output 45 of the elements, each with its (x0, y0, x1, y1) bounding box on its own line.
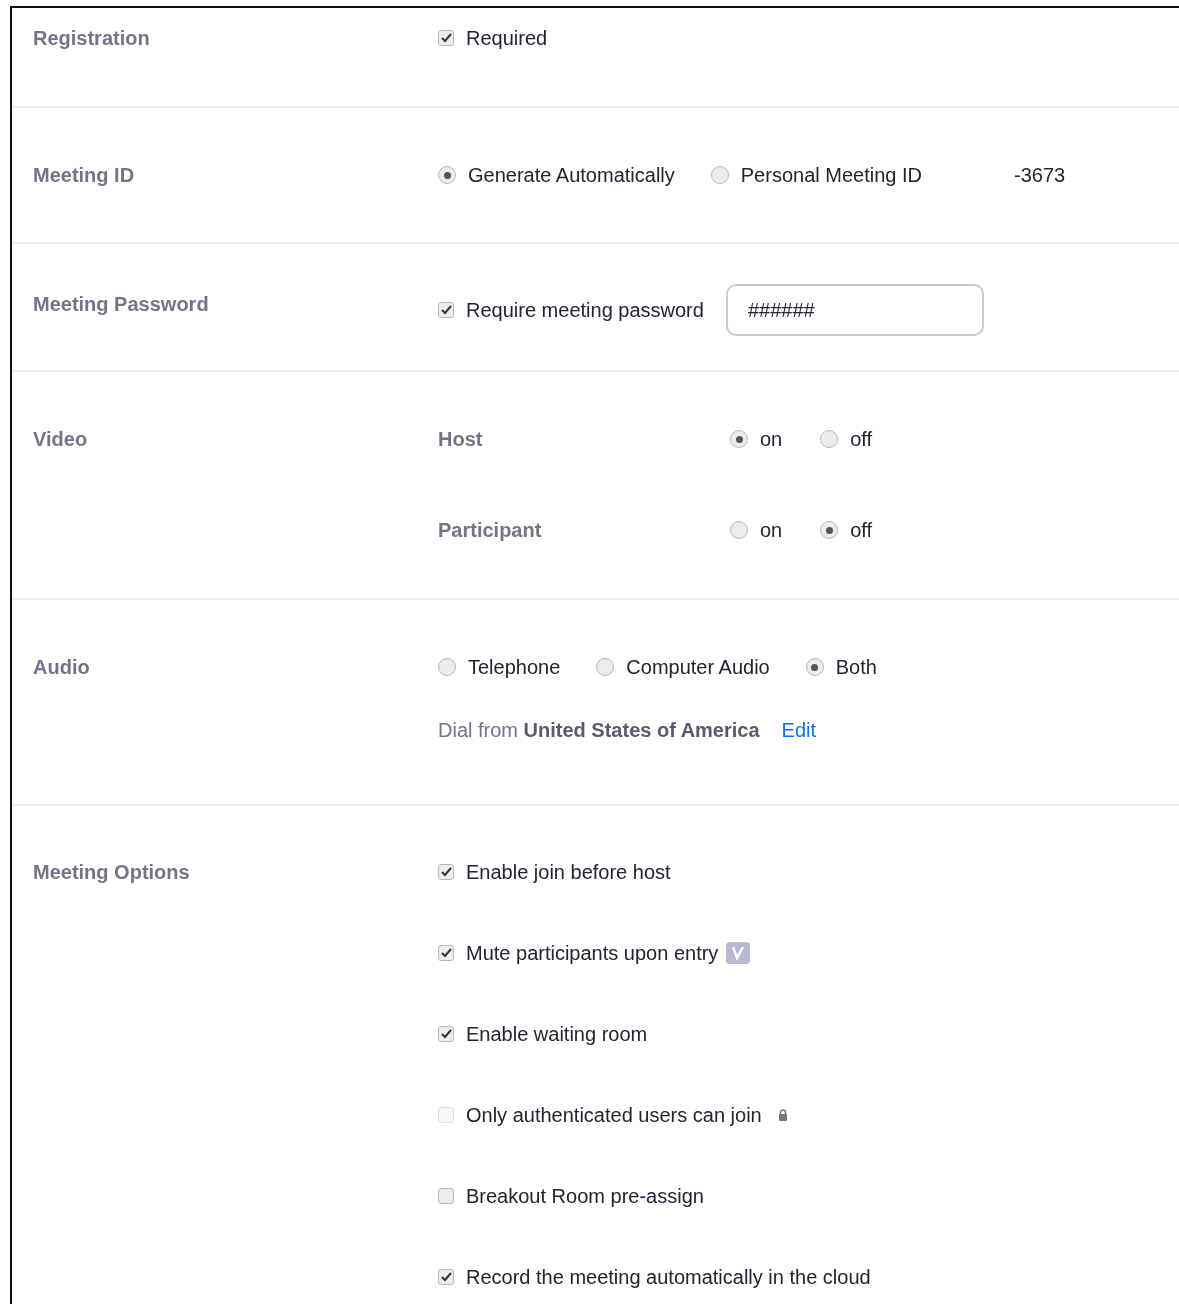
option-label: Required (466, 26, 548, 50)
password-field[interactable]: ###### (725, 284, 984, 336)
checkbox[interactable] (438, 864, 454, 880)
edit-link[interactable]: Edit (781, 718, 817, 742)
checkbox[interactable] (438, 1188, 454, 1204)
dial-from-text: Dial from United States of America (438, 718, 760, 742)
radio-button[interactable] (820, 430, 839, 448)
checkbox[interactable] (438, 302, 454, 318)
section-label: Meeting ID (33, 163, 136, 188)
option-label: off (850, 518, 873, 542)
radio-button[interactable] (438, 658, 456, 676)
option-label: on (760, 518, 783, 542)
checkbox[interactable] (438, 1026, 454, 1042)
checkbox[interactable] (438, 30, 454, 46)
option-label: Personal Meeting ID (740, 163, 922, 187)
meeting-id-value: -3673 (1014, 163, 1066, 187)
radio-button[interactable] (596, 658, 615, 676)
option-label: on (760, 427, 783, 451)
checkbox[interactable] (438, 1269, 454, 1285)
section-label: Meeting Password (33, 292, 210, 317)
role-label: Host (438, 427, 484, 451)
option-label: Breakout Room pre-assign (466, 1184, 704, 1208)
option-label: off (850, 427, 873, 451)
option-label: Only authenticated users can join (466, 1103, 762, 1127)
option-label: Record the meeting automatically in the cloud (466, 1265, 871, 1289)
option-label: Require meeting password (466, 298, 704, 322)
option-label: Generate Automatically (468, 163, 675, 187)
option-label: Enable waiting room (466, 1022, 648, 1046)
radio-button[interactable] (820, 521, 839, 539)
option-label: Enable join before host (466, 860, 671, 884)
section-label: Video (33, 427, 89, 452)
option-label: Both (835, 655, 877, 679)
radio-button[interactable] (805, 658, 824, 676)
checkbox[interactable] (438, 945, 454, 961)
option-label: Computer Audio (626, 655, 770, 679)
role-label: Participant (438, 518, 543, 542)
option-label: Telephone (468, 655, 561, 679)
section-label: Registration (33, 26, 151, 51)
section-label: Meeting Options (33, 860, 191, 885)
radio-button[interactable] (730, 521, 748, 539)
option-label: Mute participants upon entry (466, 941, 719, 965)
radio-button[interactable] (438, 166, 456, 184)
radio-button[interactable] (710, 166, 729, 184)
section-label: Audio (33, 655, 91, 680)
radio-button[interactable] (730, 430, 748, 448)
